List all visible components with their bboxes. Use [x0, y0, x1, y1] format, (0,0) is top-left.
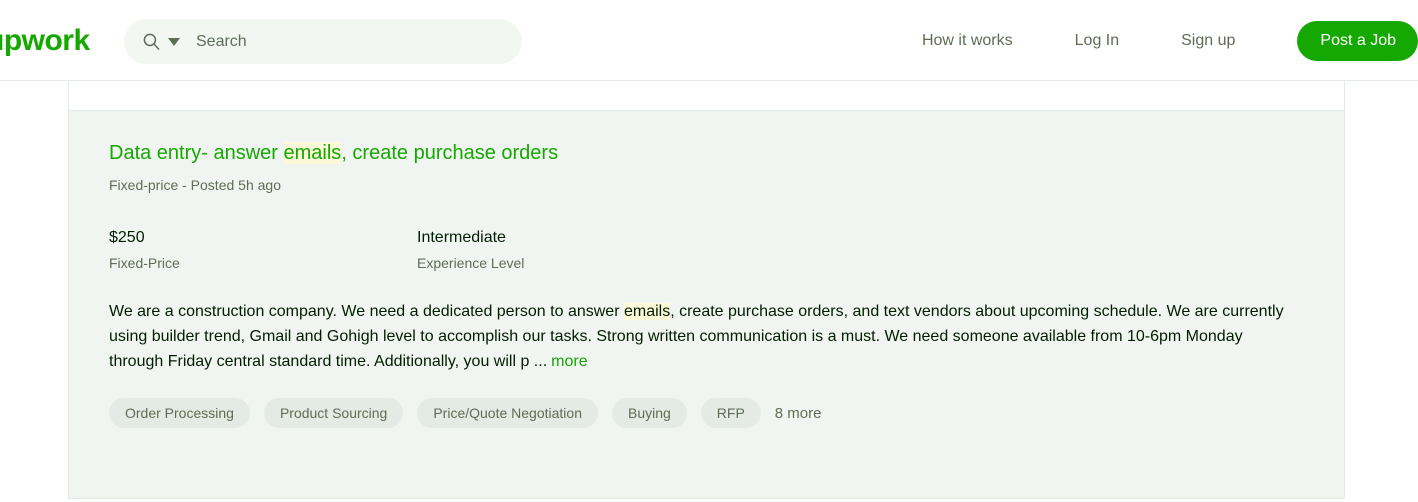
job-feed-column: Data entry- answer emails, create purcha… [68, 81, 1345, 499]
experience-label: Experience Level [417, 255, 525, 271]
primary-nav: How it works Log In Sign up Post a Job [922, 0, 1418, 81]
job-stat-experience: Intermediate Experience Level [417, 228, 725, 272]
job-skill-tags: Order Processing Product Sourcing Price/… [109, 398, 1304, 428]
upwork-logo[interactable]: upwork [0, 26, 90, 56]
experience-value: Intermediate [417, 229, 506, 246]
skill-tag[interactable]: Price/Quote Negotiation [417, 398, 598, 428]
job-meta: Fixed-price - Posted 5h ago [109, 177, 281, 193]
skill-tag[interactable]: Product Sourcing [263, 398, 404, 428]
job-title-highlight: emails [283, 142, 342, 164]
job-description: We are a construction company. We need a… [109, 299, 1299, 374]
search-input[interactable]: Search [196, 33, 247, 51]
post-a-job-button[interactable]: Post a Job [1297, 20, 1418, 61]
skill-tag[interactable]: RFP [700, 398, 761, 428]
job-card-divider [69, 498, 1344, 499]
job-stat-budget: $250 Fixed-Price [109, 228, 417, 272]
previous-job-card-remnant [69, 81, 1344, 111]
skill-tag[interactable]: Order Processing [109, 398, 250, 428]
search-icon [143, 33, 160, 50]
job-title-link[interactable]: Data entry- answer emails, create purcha… [109, 141, 558, 165]
nav-item-log-in[interactable]: Log In [1075, 32, 1119, 50]
skill-tag[interactable]: Buying [611, 398, 687, 428]
search-bar[interactable]: Search [124, 19, 522, 64]
nav-item-how-it-works[interactable]: How it works [922, 32, 1013, 50]
job-card[interactable]: Data entry- answer emails, create purcha… [69, 111, 1344, 499]
job-feed: Data entry- answer emails, create purcha… [0, 81, 1418, 502]
skill-tags-more-link[interactable]: 8 more [775, 405, 822, 422]
job-description-start: We are a construction company. We need a… [109, 303, 624, 320]
nav-item-sign-up[interactable]: Sign up [1181, 32, 1235, 50]
job-stats: $250 Fixed-Price Intermediate Experience… [109, 228, 1304, 272]
budget-value: $250 [109, 229, 145, 246]
site-header: upwork Search How it works Log In Sign u… [0, 0, 1418, 81]
description-more-link[interactable]: more [551, 353, 587, 370]
job-title-text-end: , create purchase orders [341, 142, 559, 164]
job-description-highlight: emails [623, 303, 671, 320]
chevron-down-icon[interactable] [168, 37, 180, 46]
budget-label: Fixed-Price [109, 255, 180, 271]
job-title-text-start: Data entry- answer [109, 142, 284, 164]
